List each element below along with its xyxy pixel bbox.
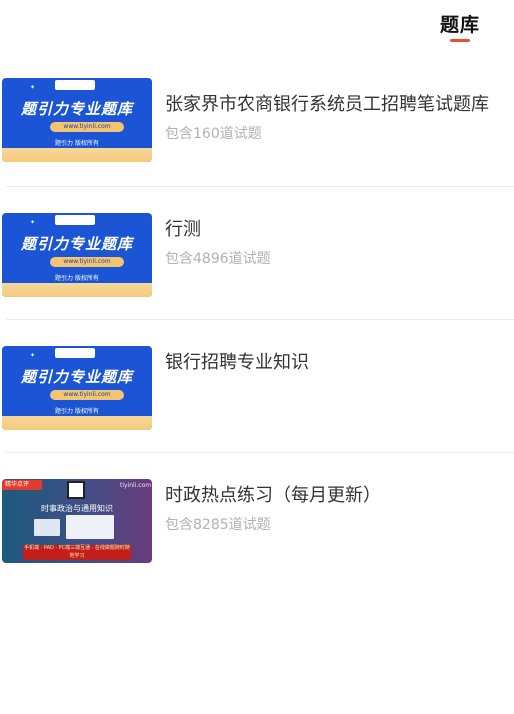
item-title: 张家界市农商银行系统员工招聘笔试题库	[165, 94, 489, 115]
item-thumbnail: ✦ 题引力专业题库 www.tiyinli.com 题引力 版权所有	[2, 346, 152, 430]
thumbnail-footer: 题引力 版权所有	[55, 140, 99, 147]
star-icon: ✦	[30, 84, 36, 91]
item-title: 时政热点练习（每月更新）	[165, 485, 381, 506]
thumbnail-banner-text: 题引力专业题库	[20, 100, 133, 118]
thumbnail-url: www.tiyinli.com	[63, 258, 111, 265]
divider	[6, 452, 514, 453]
thumbnail-banner-text: 题引力专业题库	[20, 368, 133, 386]
top-tab-bar: 题库	[0, 0, 514, 52]
thumbnail-banner-text: 题引力专业题库	[20, 235, 133, 253]
item-thumbnail: ✦ 题引力专业题库 www.tiyinli.com 题引力 版权所有	[2, 213, 152, 297]
item-question-count: 包含160道试题	[165, 126, 262, 142]
thumbnail-headline: 时事政治与通用知识	[41, 504, 113, 513]
brand-logo-icon	[55, 80, 95, 90]
item-thumbnail: ✦ 题引力专业题库 www.tiyinli.com 题引力 版权所有	[2, 78, 152, 162]
list-item[interactable]: ✦ 题引力专业题库 www.tiyinli.com 题引力 版权所有 行测 包含…	[0, 213, 514, 331]
tab-question-bank[interactable]: 题库	[437, 10, 483, 42]
star-icon: ✦	[30, 352, 36, 359]
star-icon: ✦	[30, 219, 36, 226]
thumbnail-tag: 精华点评	[2, 480, 42, 490]
device-screen-icon	[34, 519, 60, 536]
list-item[interactable]: 精华点评 tiyinli.com 时事政治与通用知识 手机端 · PAD · P…	[0, 479, 514, 597]
item-question-count: 包含8285道试题	[165, 517, 271, 533]
item-title: 银行招聘专业知识	[165, 352, 309, 373]
device-screen-icon	[66, 515, 114, 539]
list-item[interactable]: ✦ 题引力专业题库 www.tiyinli.com 题引力 版权所有 银行招聘专…	[0, 346, 514, 464]
divider	[6, 186, 514, 187]
thumbnail-promo: 手机端 · PAD · PC端三端互通 · 在线做题随时随地学习	[24, 545, 130, 559]
thumbnail-site: tiyinli.com	[120, 482, 152, 489]
brand-logo-icon	[55, 348, 95, 358]
divider	[6, 319, 514, 320]
brand-logo-icon	[55, 215, 95, 225]
thumbnail-footer: 题引力 版权所有	[55, 408, 99, 415]
list-item[interactable]: ✦ 题引力专业题库 www.tiyinli.com 题引力 版权所有 张家界市农…	[0, 78, 514, 196]
item-title: 行测	[165, 219, 201, 240]
tab-label: 题库	[439, 14, 480, 36]
thumbnail-footer: 题引力 版权所有	[55, 275, 99, 282]
qr-code-icon	[67, 481, 85, 499]
item-question-count: 包含4896道试题	[165, 251, 271, 267]
active-tab-indicator	[450, 39, 470, 42]
item-thumbnail: 精华点评 tiyinli.com 时事政治与通用知识 手机端 · PAD · P…	[2, 479, 152, 563]
thumbnail-url: www.tiyinli.com	[63, 123, 111, 130]
thumbnail-url: www.tiyinli.com	[63, 391, 111, 398]
